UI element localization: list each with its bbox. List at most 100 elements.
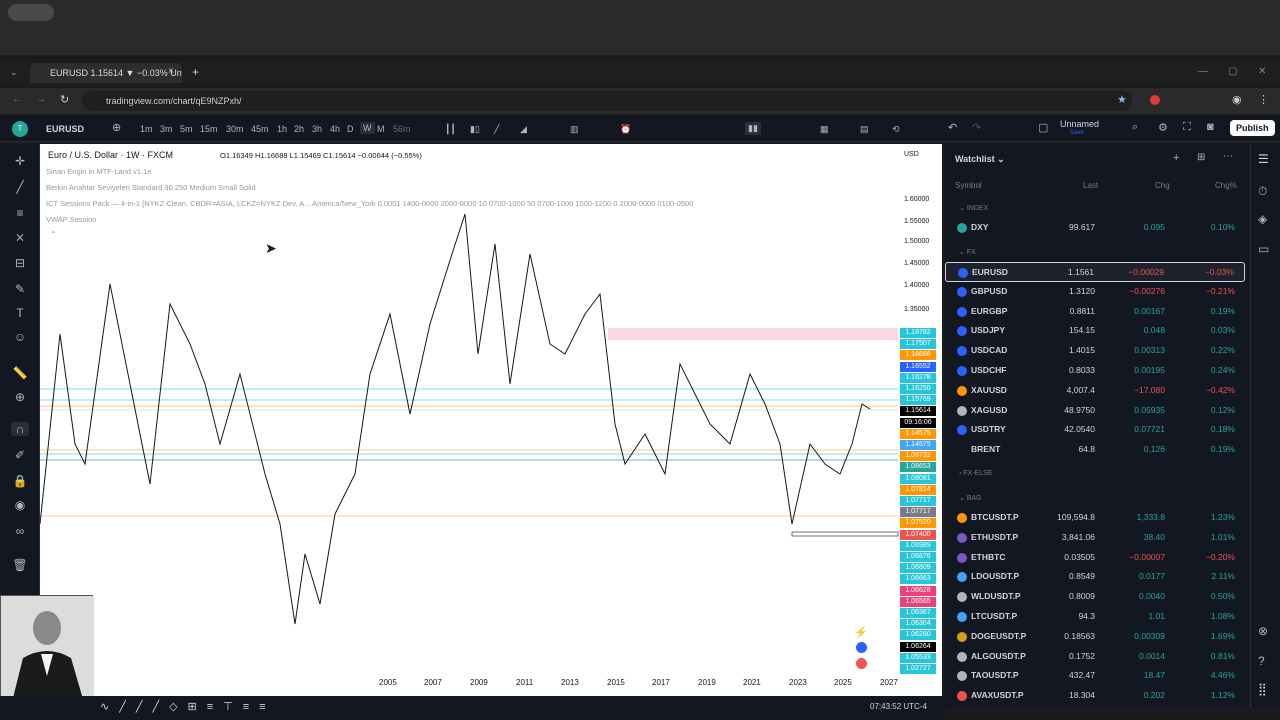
watchlist-row-ethbtc[interactable]: ETHBTC 0.03505 −0.00007 −0.20% bbox=[945, 548, 1245, 568]
col-chg[interactable]: Chg bbox=[1155, 181, 1170, 190]
watchlist-title[interactable]: Watchlist ⌄ bbox=[955, 154, 1005, 165]
minimize-icon[interactable]: — bbox=[1198, 66, 1208, 77]
snapshot-camera-icon[interactable]: ◙ bbox=[1207, 121, 1214, 133]
pin-icon[interactable]: ⊗ bbox=[1258, 624, 1268, 638]
watchlist-row-usdtry[interactable]: USDTRY 42.0540 0.07721 0.18% bbox=[945, 420, 1245, 440]
watchlist-row-btcusdt.p[interactable]: BTCUSDT.P 109,594.8 1,333.8 1.23% bbox=[945, 508, 1245, 528]
brush-icon[interactable]: ✎ bbox=[11, 282, 29, 296]
trash-icon[interactable]: 🗑 bbox=[11, 558, 29, 572]
interval-w[interactable]: W bbox=[360, 122, 375, 134]
interval-4h[interactable]: 4h bbox=[330, 124, 340, 134]
window-close-icon[interactable]: ✕ bbox=[1258, 66, 1266, 77]
watchlist-row-wldusdt.p[interactable]: WLDUSDT.P 0.8009 0.0040 0.50% bbox=[945, 587, 1245, 607]
section-index[interactable]: ⌄ INDEX bbox=[959, 204, 1159, 212]
col-last[interactable]: Last bbox=[1083, 181, 1098, 190]
interval-1m[interactable]: 1m bbox=[140, 124, 153, 134]
watchlist-row-eurgbp[interactable]: EURGBP 0.8811 0.00167 0.19% bbox=[945, 302, 1245, 322]
time-readout[interactable]: 07:43:52 UTC-4 bbox=[870, 702, 927, 711]
watchlist-row-usdchf[interactable]: USDCHF 0.8033 0.00195 0.24% bbox=[945, 361, 1245, 381]
interval-15m[interactable]: 15m bbox=[200, 124, 218, 134]
interval-1h[interactable]: 1h bbox=[277, 124, 287, 134]
replay-icon[interactable]: ⟲ bbox=[892, 124, 900, 135]
watchlist-row-ltcusdt.p[interactable]: LTCUSDT.P 94.3 1.01 1.08% bbox=[945, 607, 1245, 627]
layout-grid-icon[interactable]: ▤ bbox=[860, 124, 869, 135]
interval-2h[interactable]: 2h bbox=[294, 124, 304, 134]
bookmark-star-icon[interactable]: ★ bbox=[1117, 93, 1127, 106]
layout-name[interactable]: Unnamed bbox=[1060, 119, 1099, 129]
extension-icon[interactable] bbox=[1150, 95, 1160, 105]
interval-5m[interactable]: 5m bbox=[180, 124, 193, 134]
help-icon[interactable]: ? bbox=[1258, 654, 1265, 668]
text-icon[interactable]: T bbox=[11, 306, 29, 320]
watchlist-row-xauusd[interactable]: XAUUSD 4,007.4 −17.080 −0.42% bbox=[945, 381, 1245, 401]
eye-icon[interactable]: ◉ bbox=[11, 498, 29, 512]
pattern-icon[interactable]: ⨯ bbox=[11, 230, 29, 244]
chat-icon[interactable]: ▭ bbox=[1258, 242, 1269, 256]
indicators-icon[interactable]: ▥ bbox=[570, 124, 579, 135]
section-bag[interactable]: ⌄ BAG bbox=[959, 494, 1159, 502]
more-icon[interactable]: ⋯ bbox=[1223, 151, 1233, 162]
compare-add-icon[interactable]: ⊕ bbox=[112, 121, 121, 134]
watchlist-row-usdjpy[interactable]: USDJPY 154.15 0.048 0.03% bbox=[945, 321, 1245, 341]
user-avatar[interactable]: T bbox=[12, 121, 28, 137]
fullscreen-icon[interactable]: ⛶ bbox=[1183, 121, 1191, 134]
templates-icon[interactable]: ▦ bbox=[820, 124, 829, 135]
add-symbol-icon[interactable]: + bbox=[1173, 152, 1179, 164]
profile-icon[interactable]: ◉ bbox=[1232, 93, 1242, 106]
drawing-shortcuts-icon[interactable]: ∿╱╱╱◇⊞≡⊤≡≡ bbox=[100, 700, 276, 713]
settings-gear-icon[interactable]: ⚙ bbox=[1158, 121, 1168, 134]
watchlist-row-eurusd[interactable]: EURUSD 1.1561 −0.00029 −0.03% bbox=[945, 262, 1245, 282]
lock-draw-icon[interactable]: ✐ bbox=[11, 448, 29, 462]
advanced-view-icon[interactable]: ⊞ bbox=[1197, 152, 1205, 163]
browser-tab[interactable]: EURUSD 1.15614 ▼ −0.03% Un bbox=[30, 63, 182, 83]
bars-style-icon[interactable]: ┃┃ bbox=[445, 124, 456, 135]
maximize-icon[interactable]: ▢ bbox=[1228, 66, 1237, 77]
interval-56m[interactable]: 56m bbox=[393, 124, 411, 134]
search-icon[interactable]: ⌕ bbox=[1132, 121, 1138, 134]
url-field[interactable]: tradingview.com/chart/qE9NZPxh/ bbox=[82, 91, 1132, 111]
apps-grid-icon[interactable]: ⣿ bbox=[1258, 682, 1267, 696]
browser-menu-icon[interactable]: ⋮ bbox=[1258, 93, 1269, 106]
tab-search-icon[interactable]: ⌄ bbox=[10, 67, 18, 78]
watchlist-row-ldousdt.p[interactable]: LDOUSDT.P 0.8549 0.0177 2.11% bbox=[945, 567, 1245, 587]
new-tab-icon[interactable]: + bbox=[192, 65, 199, 79]
projection-icon[interactable]: ⊟ bbox=[11, 256, 29, 270]
alert-icon[interactable]: ⏰ bbox=[620, 124, 631, 135]
lock-icon[interactable]: 🔒 bbox=[11, 474, 29, 488]
reload-icon[interactable]: ↻ bbox=[60, 93, 69, 106]
back-icon[interactable]: ← bbox=[12, 94, 22, 105]
symbol-search[interactable]: EURUSD bbox=[46, 124, 84, 134]
trendline-icon[interactable]: ╱ bbox=[11, 180, 29, 194]
active-tool-icon[interactable]: ▮▮ bbox=[745, 122, 761, 135]
chart-pane[interactable]: Euro / U.S. Dollar · 1W · FXCM O1.16349 … bbox=[40, 144, 942, 706]
watchlist-row-avaxusdt.p[interactable]: AVAXUSDT.P 18.304 0.202 1.12% bbox=[945, 686, 1245, 706]
section-fx-else[interactable]: › FX-ELSE bbox=[959, 470, 1159, 477]
interval-3h[interactable]: 3h bbox=[312, 124, 322, 134]
line-chart-icon[interactable]: ╱ bbox=[494, 124, 499, 135]
window-menu-button[interactable] bbox=[8, 4, 54, 21]
watchlist-row-dogeusdt.p[interactable]: DOGEUSDT.P 0.18563 0.00309 1.69% bbox=[945, 627, 1245, 647]
layout-save-label[interactable]: Save bbox=[1070, 130, 1084, 136]
watchlist-icon[interactable]: ☰ bbox=[1258, 152, 1269, 166]
area-chart-icon[interactable]: ◢ bbox=[520, 124, 527, 135]
ruler-icon[interactable]: 📏 bbox=[11, 366, 29, 380]
publish-button[interactable]: Publish bbox=[1230, 120, 1275, 136]
candles-icon[interactable]: ▮▯ bbox=[470, 124, 480, 135]
redo-icon[interactable]: ↷ bbox=[972, 121, 981, 134]
close-tab-icon[interactable]: × bbox=[168, 66, 174, 77]
flag-event-icon[interactable] bbox=[856, 658, 867, 669]
lightning-icon[interactable]: ⚡ bbox=[854, 626, 868, 639]
fib-icon[interactable]: ≡ bbox=[11, 206, 29, 220]
crosshair-icon[interactable]: ✛ bbox=[11, 154, 29, 168]
layers-icon[interactable]: ◈ bbox=[1258, 212, 1267, 226]
watchlist-row-taousdt.p[interactable]: TAOUSDT.P 432.47 18.47 4.46% bbox=[945, 666, 1245, 686]
interval-m[interactable]: M bbox=[377, 124, 385, 134]
watchlist-row-xagusd[interactable]: XAGUSD 48.9750 0.05935 0.12% bbox=[945, 401, 1245, 421]
watchlist-row-ethusdt.p[interactable]: ETHUSDT.P 3,841.06 38.40 1.01% bbox=[945, 528, 1245, 548]
forward-icon[interactable]: → bbox=[36, 94, 46, 105]
watchlist-row-brent[interactable]: BRENT 64.8 0.126 0.19% bbox=[945, 440, 1245, 460]
emoji-icon[interactable]: ☺ bbox=[11, 330, 29, 344]
watchlist-row-algousdt.p[interactable]: ALGOUSDT.P 0.1752 0.0014 0.81% bbox=[945, 647, 1245, 667]
alerts-clock-icon[interactable]: ⏱ bbox=[1258, 184, 1267, 199]
zoom-icon[interactable]: ⊕ bbox=[11, 390, 29, 404]
